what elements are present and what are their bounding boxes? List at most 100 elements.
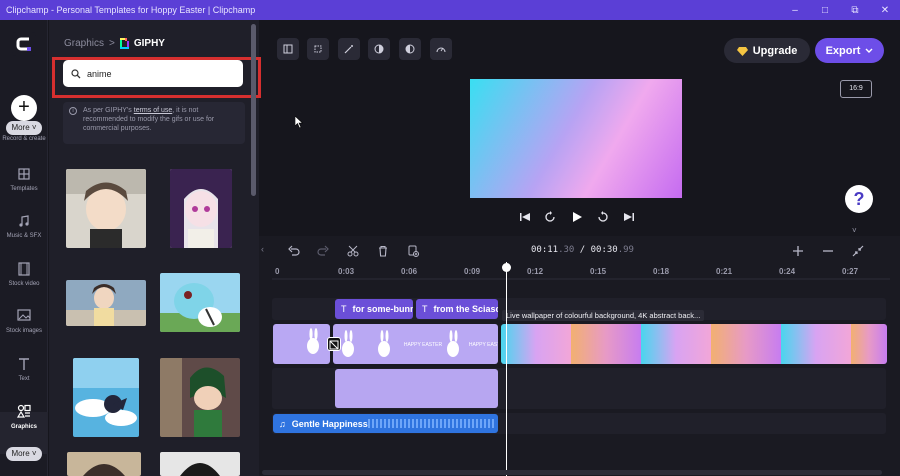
timeline-ruler[interactable] [272,264,890,280]
upgrade-button[interactable]: Upgrade [724,38,810,63]
text-clip-glyph: T [341,304,347,314]
time-separator: / [574,245,591,255]
terms-of-use-link[interactable]: terms of use [134,107,173,114]
ruler-tick-label: 0:15 [590,267,607,276]
more-button-bottom[interactable]: More ˅ [6,447,42,461]
maximize-button[interactable]: ⧉ [840,0,870,20]
gif-thumbnail[interactable] [67,452,141,476]
help-button[interactable]: ? [845,185,873,213]
timeline-collapse-icon[interactable]: ‹ [261,244,264,254]
clipchamp-logo-icon[interactable] [12,32,36,56]
undo-icon[interactable] [287,244,301,258]
ruler-tick-label: 0 [275,267,280,276]
fit-timeline-icon[interactable] [851,244,865,258]
giphy-logo-icon [119,38,129,49]
add-media-button[interactable]: + [11,95,37,121]
gif-thumbnail[interactable] [160,358,240,437]
easter-intro-clip[interactable] [273,324,330,364]
text-clip-label: for some-bunny special [352,304,414,314]
speed-tool-button[interactable] [430,38,452,60]
gif-search-input[interactable] [87,68,227,79]
duplicate-icon[interactable] [406,244,420,258]
timecode: 00:11.30 / 00:30.99 [531,245,634,255]
aspect-ratio-button[interactable]: 16:9 [840,80,872,98]
clipchamp-app: Clipchamp - Personal Templates for Hoppy… [0,0,900,476]
gif-search-box[interactable] [63,60,243,87]
diamond-icon [736,46,748,56]
redo-icon[interactable] [316,244,330,258]
playhead-line[interactable] [506,262,507,476]
transition-glyph-icon [329,340,339,350]
breadcrumb: Graphics > GIPHY [64,38,165,49]
skip-forward-icon[interactable] [622,210,636,224]
layout-tool-button[interactable] [277,38,299,60]
gif-thumbnail[interactable] [73,358,139,437]
more-button-top[interactable]: More ˅ [6,121,42,135]
transition-icon[interactable] [327,337,341,351]
skip-back-icon[interactable] [518,210,532,224]
shapes-icon[interactable] [16,403,32,419]
audio-clip[interactable]: ♫ Gentle Happiness [273,414,498,433]
record-create-label[interactable]: Record & create [0,136,48,143]
text-clip[interactable]: Tfrom the Sciascio family [416,299,498,319]
delete-trash-icon[interactable] [376,244,390,258]
rail-music-label[interactable]: Music & SFX [0,233,48,240]
easter-text: HAPPY EASTER [469,342,498,348]
video-preview[interactable] [470,79,682,198]
export-label: Export [825,44,861,57]
total-time-frac: .99 [617,245,634,255]
split-scissors-icon[interactable] [346,244,360,258]
rewind-5s-icon[interactable] [543,210,557,224]
filter-tool-button[interactable] [368,38,390,60]
total-time: 00:30 [590,245,618,255]
background-video-clip[interactable] [501,324,887,364]
gif-thumbnail[interactable] [66,169,146,248]
ruler-tick-label: 0:06 [401,267,418,276]
easter-bunny-clip[interactable]: HAPPY EASTER HAPPY EASTER [333,324,498,364]
collapse-panel-icon[interactable]: ˅ [852,226,857,235]
forward-5s-icon[interactable] [596,210,610,224]
music-note-icon: ♫ [279,418,286,429]
rail-stock-images-label[interactable]: Stock images [0,328,48,335]
info-icon: i [69,107,77,115]
image-icon[interactable] [16,307,32,323]
playhead-handle[interactable] [502,263,511,272]
upgrade-label: Upgrade [752,44,798,57]
play-icon[interactable] [570,210,584,224]
adjust-colors-icon [405,44,415,54]
gif-thumbnail[interactable] [170,169,232,248]
breadcrumb-graphics[interactable]: Graphics [64,38,104,49]
rail-text-label[interactable]: Text [0,376,48,383]
rail-graphics-label[interactable]: Graphics [0,424,48,431]
gif-thumbnail[interactable] [66,280,146,326]
search-icon [71,68,81,78]
music-icon[interactable] [16,213,32,229]
overlay-clip[interactable] [335,369,498,408]
templates-icon[interactable] [16,166,32,182]
timeline-scrollbar[interactable] [262,470,882,475]
film-icon[interactable] [16,261,32,277]
easter-text: HAPPY EASTER [404,342,443,348]
magic-tool-button[interactable] [338,38,360,60]
zoom-in-icon[interactable] [791,244,805,258]
rail-templates-label[interactable]: Templates [0,186,48,193]
panel-scrollbar[interactable] [251,24,256,196]
zoom-out-icon[interactable] [821,244,835,258]
text-clip[interactable]: Tfor some-bunny special [335,299,413,319]
restore-button[interactable]: □ [810,0,840,20]
gif-thumbnail[interactable] [160,452,240,476]
ruler-tick-label: 0:09 [464,267,481,276]
export-button[interactable]: Export [815,38,884,63]
ruler-tick-label: 0:27 [842,267,859,276]
crop-tool-button[interactable] [307,38,329,60]
gif-thumbnail[interactable] [160,273,240,332]
text-icon[interactable] [16,356,32,372]
audio-waveform [368,419,496,428]
adjust-tool-button[interactable] [399,38,421,60]
layout-icon [283,44,293,54]
minimize-button[interactable]: – [780,0,810,20]
rail-stock-video-label[interactable]: Stock video [0,281,48,288]
contrast-icon [374,44,384,54]
close-window-button[interactable]: ✕ [870,0,900,20]
current-time: 00:11 [531,245,559,255]
